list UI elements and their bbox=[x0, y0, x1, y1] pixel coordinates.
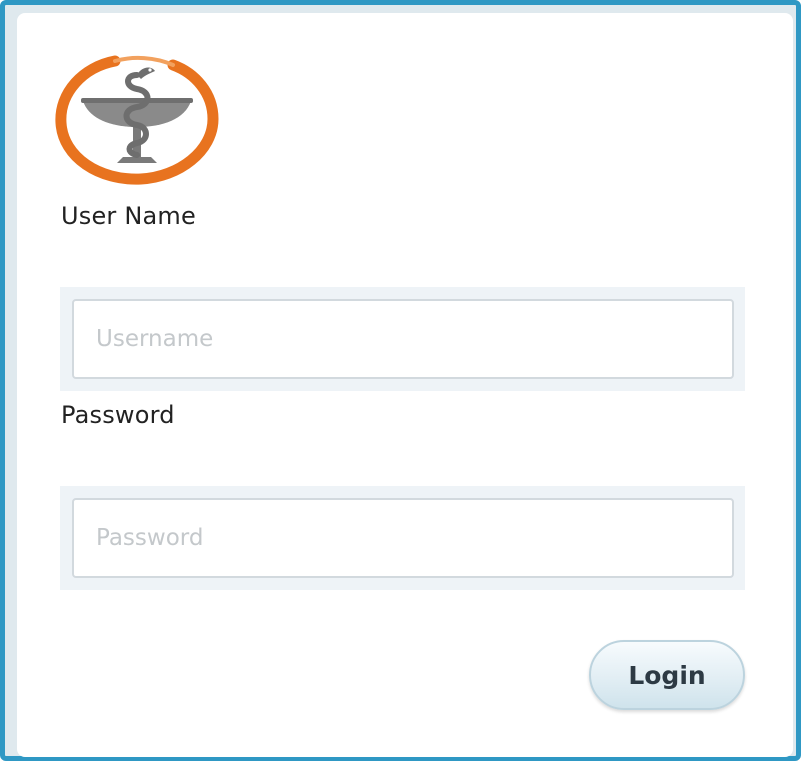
login-button[interactable]: Login bbox=[589, 640, 745, 710]
pharmacy-logo-icon bbox=[55, 53, 220, 185]
password-label: Password bbox=[61, 401, 175, 429]
username-input[interactable] bbox=[72, 299, 734, 379]
username-field-container bbox=[60, 287, 745, 391]
password-input[interactable] bbox=[72, 498, 734, 578]
password-field-container bbox=[60, 486, 745, 590]
username-label: User Name bbox=[61, 202, 196, 230]
